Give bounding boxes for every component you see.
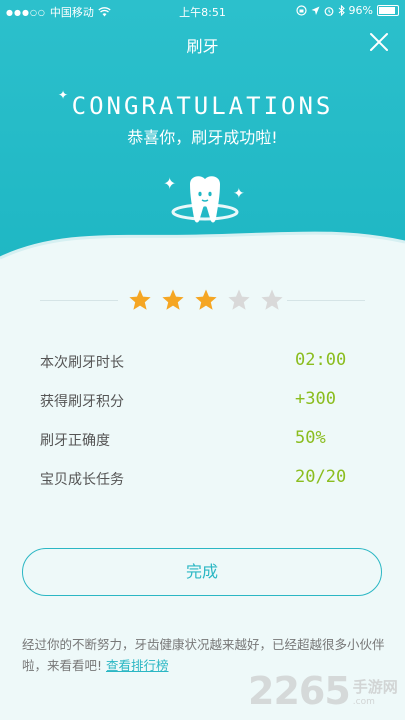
stat-row-accuracy: 刷牙正确度 50% bbox=[40, 428, 370, 454]
leaderboard-link[interactable]: 查看排行榜 bbox=[106, 658, 169, 673]
divider-left bbox=[40, 300, 118, 301]
stat-label: 本次刷牙时长 bbox=[40, 355, 124, 371]
done-button[interactable]: 完成 bbox=[22, 548, 382, 596]
star-rating bbox=[128, 288, 284, 312]
location-icon bbox=[311, 6, 320, 15]
stat-row-growth-task: 宝贝成长任务 20/20 bbox=[40, 467, 370, 493]
status-right: 96% bbox=[295, 4, 399, 17]
star-filled-icon bbox=[195, 289, 217, 310]
battery-percent: 96% bbox=[348, 4, 373, 17]
star-empty-icon bbox=[228, 289, 250, 310]
watermark-cn: 手游网 bbox=[352, 677, 398, 696]
stat-value: 20/20 bbox=[295, 467, 347, 487]
stat-value: +300 bbox=[295, 389, 336, 409]
watermark-number: 2265 bbox=[248, 669, 351, 713]
stat-label: 获得刷牙积分 bbox=[40, 394, 124, 410]
site-watermark: 2265 手游网 .com bbox=[248, 666, 404, 716]
divider-right bbox=[287, 300, 365, 301]
watermark-domain: .com bbox=[352, 696, 375, 707]
stat-value: 02:00 bbox=[295, 350, 347, 370]
bluetooth-icon bbox=[338, 5, 345, 16]
status-bar: ●●●○○ 中国移动 上午8:51 96% bbox=[0, 0, 405, 22]
stat-row-duration: 本次刷牙时长 02:00 bbox=[40, 350, 370, 376]
star-filled-icon bbox=[162, 289, 184, 310]
lock-rotation-icon bbox=[295, 5, 307, 16]
star-empty-icon bbox=[261, 289, 283, 310]
alarm-icon bbox=[324, 6, 333, 16]
stat-value: 50% bbox=[295, 428, 326, 448]
congratulations-subtitle: 恭喜你，刷牙成功啦! bbox=[127, 128, 278, 147]
page-title: 刷牙 bbox=[186, 37, 219, 56]
stat-label: 宝贝成长任务 bbox=[40, 472, 124, 488]
close-icon bbox=[370, 33, 388, 51]
stat-row-points: 获得刷牙积分 +300 bbox=[40, 389, 370, 415]
stat-label: 刷牙正确度 bbox=[40, 433, 110, 449]
battery-icon bbox=[377, 5, 399, 16]
watermark-text: 手游网 .com bbox=[353, 676, 398, 707]
star-filled-icon bbox=[129, 289, 151, 310]
close-button[interactable] bbox=[367, 30, 391, 54]
congratulations-headline: CONGRATULATIONS bbox=[71, 92, 334, 120]
